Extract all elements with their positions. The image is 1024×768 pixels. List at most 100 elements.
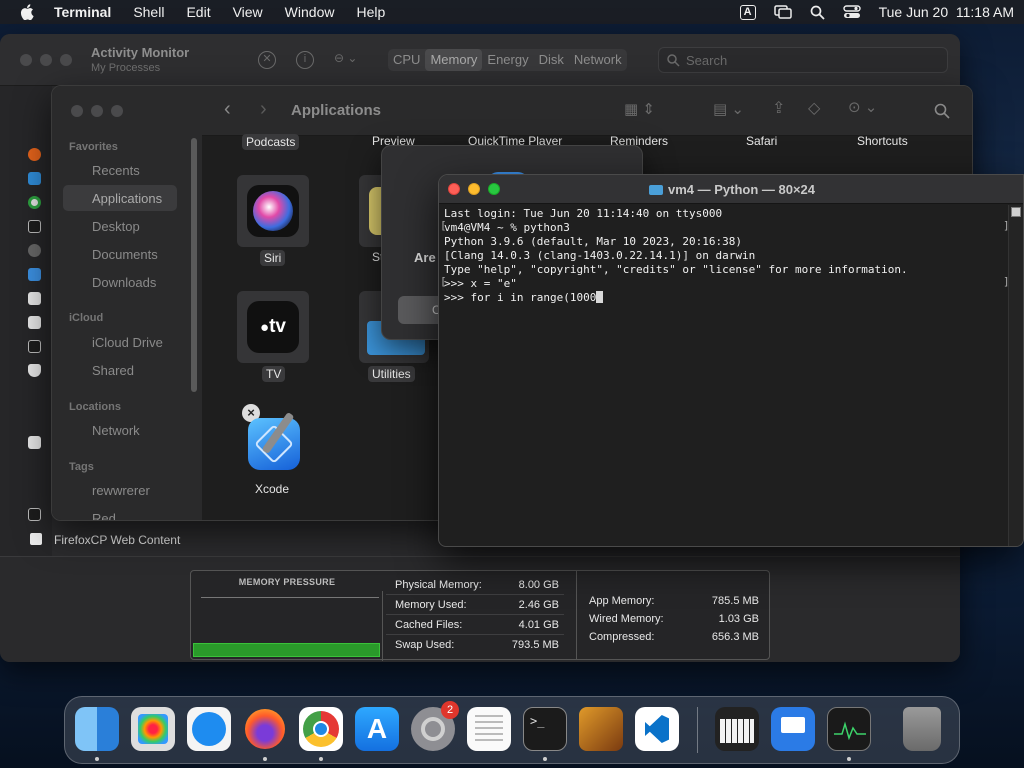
tab-energy[interactable]: Energy [482,49,533,71]
launchpad-dock-icon[interactable] [131,707,175,751]
info-icon[interactable]: i [296,51,314,69]
garageband-dock-icon[interactable] [579,707,623,751]
terminal-dock-icon[interactable]: >_ [523,707,567,751]
spotlight-search-icon[interactable] [810,5,825,20]
forward-icon[interactable]: › [260,98,267,121]
stats-divider [576,571,577,659]
search-input[interactable]: Search [658,47,948,73]
sidebar-item-recents[interactable]: Recents [92,163,140,178]
terminal-scrollbar[interactable] [1008,205,1023,546]
app-label-podcasts[interactable]: Podcasts [242,134,300,150]
xcode-icon[interactable] [248,411,300,470]
sidebar-item-downloads[interactable]: Downloads [92,275,156,290]
tab-cpu[interactable]: CPU [388,49,425,71]
group-icon[interactable]: ▤ ⌄ [713,100,744,118]
tag-icon[interactable]: ◇ [808,98,820,118]
finder-dock-icon[interactable] [75,707,119,751]
graph-baseline [201,597,379,598]
finder-sidebar: Favorites Recents Applications Desktop D… [52,86,202,520]
menu-help[interactable]: Help [356,4,385,20]
terminal-process-icon [28,508,41,521]
zoom-button[interactable] [60,54,72,66]
close-button[interactable] [20,54,32,66]
close-button[interactable] [71,105,83,117]
activity-monitor-dock-icon[interactable] [827,707,871,751]
chrome-dock-icon[interactable] [299,707,343,751]
siri-icon [247,185,299,237]
keynote-dock-icon[interactable] [771,707,815,751]
menu-shell[interactable]: Shell [133,4,164,20]
textedit-dock-icon[interactable] [467,707,511,751]
app-label-safari[interactable]: Safari [746,134,777,148]
document-process-icon [28,316,41,329]
terminal-line: Type "help", "copyright", "credits" or "… [444,263,908,276]
terminal-titlebar[interactable]: vm4 — Python — 80×24 [439,175,1023,204]
minimize-button[interactable] [91,105,103,117]
sidebar-item-shared[interactable]: Shared [92,363,134,378]
view-mode-icon[interactable]: ▦ ⇕ [624,100,655,118]
search-placeholder: Search [686,53,728,68]
tab-network[interactable]: Network [569,49,627,71]
notification-badge: 2 [441,701,459,719]
app-store-dock-icon[interactable]: A [355,707,399,751]
zoom-button[interactable] [111,105,123,117]
input-source-icon[interactable]: A [739,4,756,20]
activity-tabs: CPU Memory Energy Disk Network [388,49,627,71]
sidebar-item-icloud-drive[interactable]: iCloud Drive [92,335,163,350]
terminal-line: Last login: Tue Jun 20 11:14:40 on ttys0… [444,207,723,220]
stat-physical-memory: Physical Memory: 8.00 GB [386,575,564,595]
safari-dock-icon[interactable] [187,707,231,751]
terminal-output[interactable]: Last login: Tue Jun 20 11:14:40 on ttys0… [444,207,1004,305]
text-cursor [596,291,604,303]
tv-icon: ●tv [247,301,299,353]
menu-window[interactable]: Window [285,4,335,20]
menubar-clock[interactable]: Tue Jun 20 11:18 AM [879,4,1014,20]
sidebar-item-network[interactable]: Network [92,423,140,438]
piano-dock-icon[interactable] [715,707,759,751]
firefox-dock-icon[interactable] [243,707,287,751]
running-indicator [95,757,99,761]
apple-menu-icon[interactable] [20,4,34,20]
sidebar-item-documents[interactable]: Documents [92,247,158,262]
terminal-window: vm4 — Python — 80×24 Last login: Tue Jun… [438,174,1024,547]
sidebar-item-desktop[interactable]: Desktop [92,219,140,234]
screen-mirroring-icon[interactable] [773,5,792,19]
process-icon [30,533,42,545]
split-pane-icon[interactable] [1011,207,1021,217]
sidebar-tag-red[interactable]: Red [92,511,116,520]
console-process-icon [28,340,41,353]
sidebar-scrollbar[interactable] [191,138,197,392]
dock: A 2 >_ [64,696,960,764]
trash-dock-icon[interactable] [903,707,941,751]
app-label-shortcuts[interactable]: Shortcuts [857,134,908,148]
tab-memory[interactable]: Memory [425,49,483,71]
minimize-button[interactable] [40,54,52,66]
document-process-icon [28,292,41,305]
control-center-icon[interactable] [842,5,861,19]
tab-disk[interactable]: Disk [534,49,569,71]
app-process-icon [28,172,41,185]
app-label-xcode[interactable]: Xcode [255,482,289,496]
back-icon[interactable]: ‹ [224,98,231,121]
terminal-prompt-line[interactable]: >>> for i in range(1000 [444,291,1004,305]
app-label-utilities[interactable]: Utilities [368,366,415,382]
running-indicator [847,757,851,761]
window-subtitle: My Processes [91,62,161,74]
sidebar-tag-rewwrerer[interactable]: rewwrerer [92,483,150,498]
menu-edit[interactable]: Edit [186,4,210,20]
vscode-dock-icon[interactable] [635,707,679,751]
app-label-tv[interactable]: TV [262,366,286,382]
search-icon[interactable] [934,103,950,119]
tv-app[interactable]: ●tv [237,291,309,363]
stat-swap-used: Swap Used: 793.5 MB [395,639,559,651]
terminal-process-icon [28,220,41,233]
stop-process-icon[interactable]: ✕ [258,51,276,69]
sidebar-item-applications[interactable]: Applications [92,191,162,206]
more-actions-icon[interactable]: ⊖ ⌄ [334,51,357,65]
menu-view[interactable]: View [233,4,263,20]
share-icon[interactable]: ⇪ [772,98,785,118]
action-menu-icon[interactable]: ⊙ ⌄ [848,98,877,116]
siri-app[interactable] [237,175,309,247]
app-label-siri[interactable]: Siri [260,250,286,266]
menu-app-terminal[interactable]: Terminal [54,4,111,20]
